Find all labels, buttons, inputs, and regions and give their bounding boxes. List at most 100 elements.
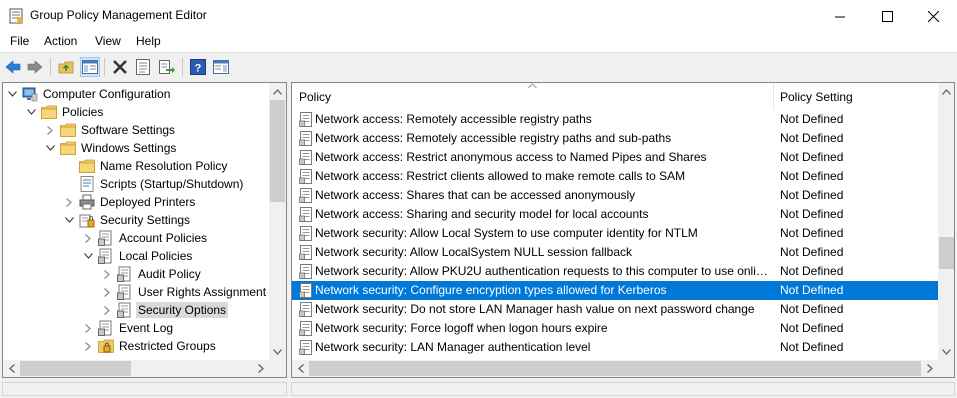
tree-node-label[interactable]: Account Policies xyxy=(117,230,209,246)
forward-button[interactable] xyxy=(25,57,45,77)
menu-view[interactable]: View xyxy=(95,34,121,48)
policy-row[interactable]: Network security: Do not store LAN Manag… xyxy=(292,300,938,319)
scroll-right-arrow[interactable] xyxy=(921,360,938,377)
policy-setting-value: Not Defined xyxy=(780,283,844,297)
close-button[interactable] xyxy=(910,0,956,32)
tree-node[interactable]: Local Policies xyxy=(82,247,194,265)
policy-row[interactable]: Network security: Configure encryption t… xyxy=(292,281,938,300)
tree-node[interactable]: Policies xyxy=(25,103,105,121)
list-horizontal-scrollbar[interactable] xyxy=(292,360,938,377)
tree-node-label[interactable]: Local Policies xyxy=(117,248,194,264)
chevron-down-icon[interactable] xyxy=(25,106,37,118)
tree-node[interactable]: Windows Settings xyxy=(44,139,178,157)
chevron-down-icon[interactable] xyxy=(63,214,75,226)
scroll-thumb[interactable] xyxy=(270,100,285,202)
chevron-right-icon[interactable] xyxy=(82,322,94,334)
policy-row[interactable]: Network access: Sharing and security mod… xyxy=(292,205,938,224)
back-button[interactable] xyxy=(3,57,23,77)
policy-row[interactable]: Network security: Allow Local System to … xyxy=(292,224,938,243)
tree-node-label[interactable]: Software Settings xyxy=(79,122,177,138)
policy-setting-value: Not Defined xyxy=(780,169,844,183)
policy-row[interactable]: Network security: Force logoff when logo… xyxy=(292,319,938,338)
policy-row[interactable]: Network security: Allow LocalSystem NULL… xyxy=(292,243,938,262)
policy-icon xyxy=(299,340,313,355)
tree-node[interactable]: Account Policies xyxy=(82,229,209,247)
chevron-right-icon[interactable] xyxy=(63,196,75,208)
tree-node-label[interactable]: Restricted Groups xyxy=(117,338,218,354)
maximize-button[interactable] xyxy=(864,0,910,32)
chevron-right-icon[interactable] xyxy=(82,340,94,352)
chevron-down-icon[interactable] xyxy=(82,250,94,262)
tree-node-label[interactable]: Computer Configuration xyxy=(41,86,172,102)
tree-node-label[interactable]: Security Settings xyxy=(98,212,192,228)
column-header-policy[interactable]: Policy xyxy=(299,90,331,104)
policy-row[interactable]: Network access: Remotely accessible regi… xyxy=(292,129,938,148)
column-header-policy-setting[interactable]: Policy Setting xyxy=(780,90,853,104)
tree-node-label[interactable]: Event Log xyxy=(117,320,175,336)
column-divider[interactable] xyxy=(773,83,774,110)
scroll-down-arrow[interactable] xyxy=(269,343,286,360)
chevron-down-icon[interactable] xyxy=(44,142,56,154)
tree-node[interactable]: Security Settings xyxy=(63,211,192,229)
tree-node-label[interactable]: User Rights Assignment xyxy=(136,284,268,300)
scroll-thumb[interactable] xyxy=(939,237,954,269)
tree-horizontal-scrollbar[interactable] xyxy=(3,360,269,377)
policy-row[interactable]: Network access: Restrict anonymous acces… xyxy=(292,148,938,167)
tree-node-label[interactable]: Security Options xyxy=(136,302,229,318)
delete-button[interactable] xyxy=(110,57,130,77)
scroll-thumb[interactable] xyxy=(309,361,921,376)
export-list-button[interactable] xyxy=(157,57,177,77)
tree-node-label[interactable]: Windows Settings xyxy=(79,140,178,156)
chevron-right-icon[interactable] xyxy=(44,124,56,136)
tree-node[interactable]: Computer Configuration xyxy=(6,85,172,103)
tree-node[interactable]: Event Log xyxy=(82,319,175,337)
tree-node[interactable]: Audit Policy xyxy=(101,265,203,283)
scroll-up-arrow[interactable] xyxy=(938,83,954,100)
policy-row[interactable]: Network security: LAN Manager authentica… xyxy=(292,338,938,357)
list-vertical-scrollbar[interactable] xyxy=(938,83,954,360)
tree-node[interactable]: Name Resolution Policy xyxy=(63,157,229,175)
chevron-right-icon xyxy=(926,364,933,373)
menu-file[interactable]: File xyxy=(10,34,29,48)
scroll-left-arrow[interactable] xyxy=(3,360,20,377)
chevron-right-icon[interactable] xyxy=(101,268,113,280)
chevron-down-icon[interactable] xyxy=(6,88,18,100)
chevron-right-icon[interactable] xyxy=(101,286,113,298)
menu-action[interactable]: Action xyxy=(44,34,77,48)
scroll-left-arrow[interactable] xyxy=(292,360,309,377)
up-folder-button[interactable] xyxy=(56,57,76,77)
menu-help[interactable]: Help xyxy=(136,34,161,48)
tree-node-label[interactable]: Policies xyxy=(60,104,105,120)
show-hide-action-pane-button[interactable] xyxy=(211,57,231,77)
properties-button[interactable] xyxy=(133,57,153,77)
chevron-right-icon[interactable] xyxy=(101,304,113,316)
chevron-right-icon[interactable] xyxy=(82,232,94,244)
tree-node-label[interactable]: Audit Policy xyxy=(136,266,203,282)
scroll-down-arrow[interactable] xyxy=(938,343,954,360)
show-hide-console-tree-button[interactable] xyxy=(80,57,100,77)
tree-node-label[interactable]: Deployed Printers xyxy=(98,194,197,210)
tree-node[interactable]: Scripts (Startup/Shutdown) xyxy=(63,175,245,193)
policy-list-pane[interactable]: Policy Policy Setting Network access: Re… xyxy=(291,82,955,378)
tree-node-label[interactable]: Name Resolution Policy xyxy=(98,158,229,174)
scroll-up-arrow[interactable] xyxy=(269,83,286,100)
tree-node[interactable]: Software Settings xyxy=(44,121,177,139)
tree-vertical-scrollbar[interactable] xyxy=(269,83,286,360)
properties-icon xyxy=(136,59,150,75)
minimize-button[interactable] xyxy=(817,0,863,32)
policy-row[interactable]: Network access: Remotely accessible regi… xyxy=(292,110,938,129)
policy-row[interactable]: Network access: Shares that can be acces… xyxy=(292,186,938,205)
scroll-thumb[interactable] xyxy=(20,361,131,376)
chevron-up-icon xyxy=(942,88,951,95)
policy-row[interactable]: Network security: Allow PKU2U authentica… xyxy=(292,262,938,281)
tree-node[interactable]: User Rights Assignment xyxy=(101,283,268,301)
console-tree-pane[interactable]: Computer Configuration Policies Software S… xyxy=(2,82,287,378)
help-button[interactable]: ? xyxy=(188,57,208,77)
tree-node[interactable]: Deployed Printers xyxy=(63,193,197,211)
tree-node[interactable]: Security Options xyxy=(101,301,229,319)
tree-node-label[interactable]: Scripts (Startup/Shutdown) xyxy=(98,176,245,192)
policy-row[interactable]: Network access: Restrict clients allowed… xyxy=(292,167,938,186)
tree-node[interactable]: Restricted Groups xyxy=(82,337,218,355)
scroll-right-arrow[interactable] xyxy=(252,360,269,377)
